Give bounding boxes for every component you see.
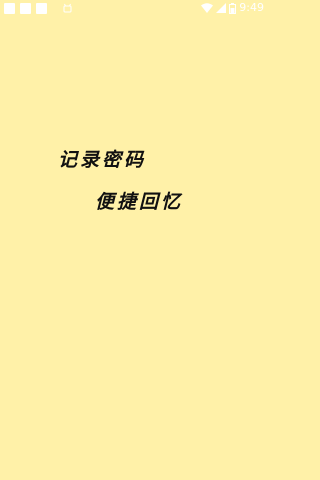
status-right-group: 9:49 <box>201 2 264 14</box>
notification-icon <box>36 3 47 14</box>
status-time: 9:49 <box>239 1 264 14</box>
splash-slogan-line-1: 记录密码 <box>58 149 147 171</box>
notification-icon <box>4 3 15 14</box>
notification-icon <box>20 3 31 14</box>
status-bar: 9:49 <box>0 0 270 16</box>
android-notification-icon <box>63 3 72 13</box>
wifi-icon <box>201 3 214 13</box>
signal-icon <box>216 3 227 13</box>
splash-slogan-line-2: 便捷回忆 <box>95 191 184 213</box>
battery-icon <box>229 2 237 14</box>
